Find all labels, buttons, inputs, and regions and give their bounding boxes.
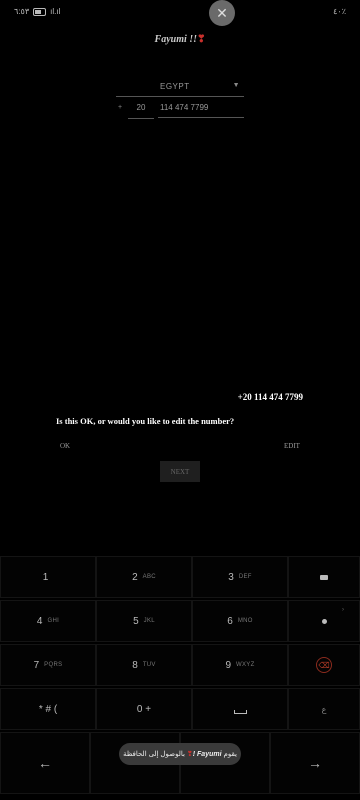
dot-icon [321,618,327,624]
key-2[interactable]: 2 ABC [96,556,192,598]
country-select[interactable]: EGYPT ▼ [116,78,244,97]
arrow-left-icon: ← [38,755,52,771]
heart-icon: ❣ [186,751,193,758]
key-4[interactable]: 4 GHI [0,600,96,642]
key-5[interactable]: 5 JKL [96,600,192,642]
key-digit: * # ( [38,703,58,715]
phone-number-field[interactable]: 114 474 7799 [158,100,244,118]
clock-text: ٦:٥٣ [14,7,30,16]
key-0[interactable]: 0 + [96,688,192,730]
key-3[interactable]: 3 DEF [192,556,288,598]
country-code-field[interactable]: 20 [128,100,154,119]
heart-icon: ❣ [197,34,206,45]
confirm-number: +20 114 474 7799 [237,392,303,402]
close-icon: ✕ [216,4,228,21]
dropdown-arrow-icon: ▼ [232,82,240,89]
delete-key[interactable]: ⌫ [288,644,360,686]
language-label: ع [321,704,327,714]
key-7[interactable]: 7 PQRS [0,644,96,686]
key-letters: TUV [142,662,156,668]
status-left: ٦:٥٣ ıl.ıl [14,7,60,16]
key-letters: WXYZ [236,662,255,668]
key-letters: MNO [237,618,253,624]
right-arrow-key[interactable]: → [270,732,360,794]
key-digit: 3 [228,571,234,583]
status-bar: ٦:٥٣ ıl.ıl ٤٠٪ [0,0,360,24]
app-title: Fayumi !!❣ [0,34,360,45]
key-letters: JKL [143,618,155,624]
language-key[interactable]: ع [288,688,360,730]
key-symbols[interactable]: * # ( [0,688,96,730]
toast-app-name: Fayumi ! [192,750,222,758]
key-digit: 7 [33,659,40,671]
key-1[interactable]: 1 [0,556,96,598]
key-8[interactable]: 8 TUV [96,644,192,686]
app-title-text: Fayumi !! [154,34,198,45]
country-value: EGYPT [160,82,190,91]
key-digit: 1 [42,571,49,583]
battery-icon [33,7,47,16]
key-digit: 9 [225,659,231,671]
trash-icon: ⌫ [316,657,332,673]
backspace-key[interactable] [288,556,360,598]
edit-button[interactable]: EDIT [284,442,300,450]
confirm-question: Is this OK, or would you like to edit th… [56,416,235,426]
key-digit: 8 [132,659,138,671]
key-letters: ABC [142,574,156,580]
key-digit: 4 [36,615,43,627]
key-letters: DEF [238,574,252,580]
dot-key[interactable] [288,600,360,642]
toast-prefix: يقوم [223,751,237,758]
space-icon [233,710,247,714]
left-arrow-key[interactable]: ← [0,732,90,794]
backspace-icon [320,574,328,580]
key-digit: 0 + [136,703,152,715]
ok-button[interactable]: OK [60,442,70,450]
key-6[interactable]: 6 MNO [192,600,288,642]
arrow-right-icon: → [308,755,322,771]
close-overlay-button[interactable]: ✕ [209,0,235,26]
key-digit: 6 [227,615,233,627]
key-9[interactable]: 9 WXYZ [192,644,288,686]
key-digit: 5 [133,615,139,627]
key-letters: GHI [47,618,60,624]
clipboard-toast: يقوم Fayumi ! ❣ بالوصول إلى الحافظة [119,743,241,765]
next-button[interactable]: NEXT [160,461,200,482]
key-letters: PQRS [44,662,63,668]
signal-icon: ıl.ıl [50,7,61,16]
space-key[interactable] [192,688,288,730]
battery-percent: ٤٠٪ [333,7,346,16]
plus-sign: + [118,104,123,111]
edge-mark-icon: › [342,607,344,613]
screen: ٦:٥٣ ıl.ıl ٤٠٪ ✕ Fayumi !!❣ EGYPT ▼ + 20… [0,0,360,800]
key-digit: 2 [132,571,138,583]
toast-text: بالوصول إلى الحافظة [123,751,185,758]
